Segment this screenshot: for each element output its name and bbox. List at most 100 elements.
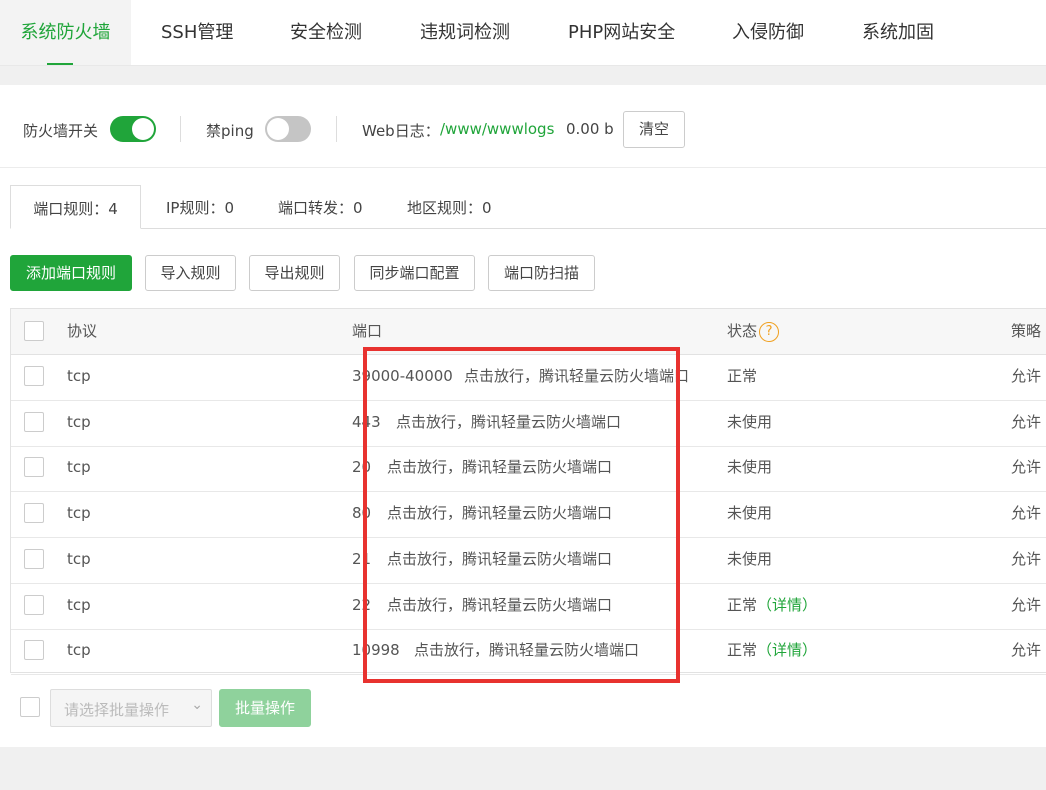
tab-label: 安全检测 (290, 22, 362, 43)
row-status: 未使用 (727, 491, 772, 536)
sync-port-config-button[interactable]: 同步端口配置 (354, 255, 475, 291)
row-status: 未使用 (727, 537, 772, 582)
tab-label: SSH管理 (161, 22, 234, 43)
select-placeholder: 请选择批量操作 (64, 701, 170, 719)
table-row: tcp 10998 点击放行，腾讯轻量云防火墙端口 正常（详情） 允许 (11, 628, 1046, 676)
weblog-path-link[interactable]: /www/wwwlogs (440, 120, 554, 138)
ping-switch-label: 禁ping (206, 122, 254, 140)
batch-operation-select[interactable]: 请选择批量操作 ⌄ (50, 689, 212, 727)
tab-label: 系统防火墙 (20, 22, 111, 43)
tab-label: 违规词检测 (420, 22, 510, 43)
row-checkbox[interactable] (24, 640, 44, 661)
row-port: 80 (352, 504, 372, 523)
active-tab-indicator (47, 63, 73, 65)
status-text: 未使用 (727, 458, 773, 477)
tab-port-forward[interactable]: 端口转发：0 (278, 185, 363, 228)
row-policy: 允许 (1011, 367, 1042, 385)
port-rules-table: 协议 端口 状态? 策略 tcp 39000-40000 点击放行，腾讯轻量云防火墙… (10, 308, 1046, 676)
batch-select-checkbox[interactable] (20, 697, 40, 717)
row-policy: 允许 (1011, 504, 1042, 523)
divider (336, 116, 337, 142)
row-port: 22 (352, 595, 372, 614)
export-rules-button[interactable]: 导出规则 (249, 255, 340, 291)
tab-violation-words[interactable]: 违规词检测 (420, 0, 510, 65)
table-row: tcp 21 点击放行，腾讯轻量云防火墙端口 未使用 允许 (11, 537, 1046, 584)
row-status: 正常（详情） (727, 583, 817, 628)
port-anti-scan-button[interactable]: 端口防扫描 (488, 255, 595, 291)
row-policy: 允许 (1011, 641, 1042, 660)
row-protocol: tcp (67, 641, 91, 660)
tab-system-firewall[interactable]: 系统防火墙 (0, 0, 131, 65)
top-tab-bar: 系统防火墙 SSH管理 安全检测 违规词检测 PHP网站安全 入侵防御 系统加固 (0, 0, 1046, 66)
row-port: 39000-40000 (352, 367, 453, 385)
firewall-toggle[interactable] (110, 116, 156, 142)
header-status-label: 状态 (727, 322, 758, 340)
select-all-checkbox[interactable] (24, 321, 44, 341)
status-text: 正常 (727, 595, 758, 614)
row-status: 正常（详情） (727, 628, 817, 673)
batch-operation-button[interactable]: 批量操作 (219, 689, 311, 727)
row-policy: 允许 (1011, 595, 1042, 614)
clear-log-button[interactable]: 清空 (623, 111, 685, 148)
row-checkbox[interactable] (24, 457, 44, 478)
status-detail-link[interactable]: （详情） (757, 596, 817, 614)
status-text: 正常 (727, 367, 758, 385)
open-tencent-firewall-link[interactable]: 点击放行，腾讯轻量云防火墙端口 (464, 354, 689, 399)
row-protocol: tcp (67, 549, 91, 568)
tab-label: PHP网站安全 (568, 22, 676, 43)
row-protocol: tcp (67, 367, 91, 385)
row-port: 443 (352, 412, 381, 431)
header-port: 端口 (352, 322, 383, 340)
row-policy: 允许 (1011, 458, 1042, 477)
ping-toggle[interactable] (265, 116, 311, 142)
rule-tabs: 端口规则：4 IP规则：0 端口转发：0 地区规则：0 (10, 185, 1046, 229)
tab-security-check[interactable]: 安全检测 (290, 0, 362, 65)
row-checkbox[interactable] (24, 548, 44, 569)
tab-php-site-security[interactable]: PHP网站安全 (568, 0, 675, 65)
row-protocol: tcp (67, 595, 91, 614)
open-tencent-firewall-link[interactable]: 点击放行，腾讯轻量云防火墙端口 (387, 537, 612, 582)
row-status: 正常 (727, 354, 757, 399)
table-row: tcp 39000-40000 点击放行，腾讯轻量云防火墙端口 正常 允许 (11, 354, 1046, 401)
tab-port-rules[interactable]: 端口规则：4 (10, 185, 141, 229)
divider (180, 116, 181, 142)
status-detail-link[interactable]: （详情） (757, 641, 817, 659)
tab-ssh[interactable]: SSH管理 (161, 0, 233, 65)
row-checkbox[interactable] (24, 366, 44, 386)
header-status: 状态? (727, 309, 780, 354)
tab-label: 入侵防御 (732, 22, 804, 43)
open-tencent-firewall-link[interactable]: 点击放行，腾讯轻量云防火墙端口 (387, 491, 612, 536)
status-text: 未使用 (727, 504, 773, 523)
firewall-switch-label: 防火墙开关 (23, 122, 99, 140)
tab-region-rules[interactable]: 地区规则：0 (407, 185, 492, 228)
open-tencent-firewall-link[interactable]: 点击放行，腾讯轻量云防火墙端口 (396, 400, 621, 445)
status-text: 未使用 (727, 412, 773, 431)
row-policy: 允许 (1011, 412, 1042, 431)
open-tencent-firewall-link[interactable]: 点击放行，腾讯轻量云防火墙端口 (414, 628, 639, 673)
row-checkbox[interactable] (24, 594, 44, 615)
status-text: 正常 (727, 641, 758, 660)
row-checkbox[interactable] (24, 503, 44, 524)
weblog-label: Web日志： (362, 122, 440, 140)
toggle-knob (132, 118, 154, 140)
open-tencent-firewall-link[interactable]: 点击放行，腾讯轻量云防火墙端口 (387, 583, 612, 628)
tab-intrusion-defense[interactable]: 入侵防御 (732, 0, 804, 65)
row-protocol: tcp (67, 504, 91, 523)
question-circle-icon[interactable]: ? (759, 321, 780, 342)
status-text: 未使用 (727, 549, 773, 568)
table-row: tcp 80 点击放行，腾讯轻量云防火墙端口 未使用 允许 (11, 491, 1046, 539)
import-rules-button[interactable]: 导入规则 (145, 255, 236, 291)
table-header: 协议 端口 状态? 策略 (11, 309, 1046, 355)
row-port: 10998 (352, 641, 400, 660)
table-row: tcp 22 点击放行，腾讯轻量云防火墙端口 正常（详情） 允许 (11, 583, 1046, 630)
chevron-down-icon: ⌄ (191, 697, 203, 713)
add-port-rule-button[interactable]: 添加端口规则 (10, 255, 132, 291)
row-checkbox[interactable] (24, 411, 44, 432)
header-protocol: 协议 (67, 322, 98, 340)
table-row: tcp 20 点击放行，腾讯轻量云防火墙端口 未使用 允许 (11, 445, 1046, 493)
tab-ip-rules[interactable]: IP规则：0 (166, 185, 234, 228)
weblog-size: 0.00 b (566, 120, 614, 138)
tab-system-hardening[interactable]: 系统加固 (862, 0, 934, 65)
toggle-knob (267, 118, 289, 140)
open-tencent-firewall-link[interactable]: 点击放行，腾讯轻量云防火墙端口 (387, 445, 612, 490)
